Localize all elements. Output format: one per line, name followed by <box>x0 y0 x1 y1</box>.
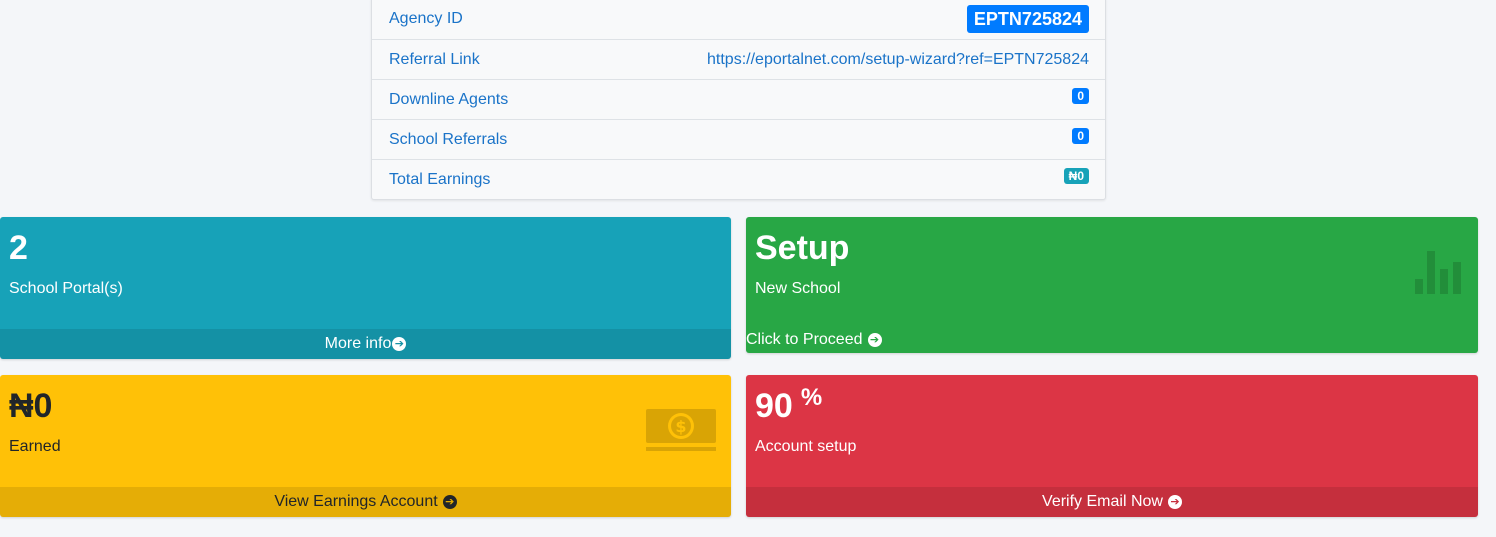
earned-label: Earned <box>9 438 61 455</box>
more-info-label: More info <box>324 335 392 352</box>
arrow-circle-right-icon: ➔ <box>867 333 882 347</box>
earned-box: ₦0 Earned $ View Earnings Account ➔ <box>0 375 731 517</box>
new-school-label: New School <box>755 280 841 297</box>
setup-school-box: Setup New School Click to Proceed ➔ <box>746 217 1478 353</box>
school-referrals-badge: 0 <box>1072 127 1089 144</box>
svg-text:$: $ <box>675 417 686 436</box>
school-referrals-row: School Referrals 0 <box>372 119 1105 159</box>
total-earnings-label: Total Earnings <box>389 170 491 188</box>
agency-id-row: Agency ID EPTN725824 <box>372 0 1105 39</box>
downline-agents-row: Downline Agents 0 <box>372 79 1105 119</box>
click-to-proceed-label: Click to Proceed <box>746 331 863 348</box>
school-portals-box: 2 School Portal(s) More info ➔ <box>0 217 731 359</box>
account-setup-box: 90% Account setup Verify Email Now ➔ <box>746 375 1478 517</box>
arrow-circle-right-icon: ➔ <box>392 337 407 351</box>
school-portals-count: 2 <box>9 229 28 267</box>
referral-link-row: Referral Link https://eportalnet.com/set… <box>372 39 1105 79</box>
money-bill-icon: $ <box>646 409 716 451</box>
referral-link[interactable]: https://eportalnet.com/setup-wizard?ref=… <box>707 51 1089 69</box>
earned-amount: ₦0 <box>9 387 53 425</box>
agency-id-badge: EPTN725824 <box>966 5 1089 33</box>
agency-id-label: Agency ID <box>389 10 463 27</box>
total-earnings-badge: ₦0 <box>1063 167 1089 184</box>
account-setup-percent: 90% <box>755 384 856 425</box>
verify-email-link[interactable]: Verify Email Now ➔ <box>746 487 1478 517</box>
click-to-proceed-link[interactable]: Click to Proceed ➔ <box>746 331 882 349</box>
school-referrals-label: School Referrals <box>389 130 508 148</box>
arrow-circle-right-icon: ➔ <box>1167 495 1182 509</box>
view-earnings-label: View Earnings Account <box>274 493 438 510</box>
bar-chart-icon <box>1415 251 1461 294</box>
more-info-link[interactable]: More info ➔ <box>0 329 731 359</box>
agent-profile-card: Agency ID EPTN725824 Referral Link https… <box>371 0 1106 200</box>
school-portals-label: School Portal(s) <box>9 280 123 297</box>
total-earnings-row: Total Earnings ₦0 <box>372 159 1105 199</box>
downline-agents-label: Downline Agents <box>389 90 509 108</box>
verify-email-label: Verify Email Now <box>1042 493 1163 510</box>
percent-sign: % <box>800 384 823 411</box>
account-setup-label: Account setup <box>755 438 857 455</box>
account-setup-value: 90 <box>755 387 793 425</box>
arrow-circle-right-icon: ➔ <box>442 495 457 509</box>
referral-link-label: Referral Link <box>389 50 480 68</box>
setup-title: Setup <box>755 229 850 267</box>
downline-agents-badge: 0 <box>1072 87 1089 104</box>
view-earnings-link[interactable]: View Earnings Account ➔ <box>0 487 731 517</box>
